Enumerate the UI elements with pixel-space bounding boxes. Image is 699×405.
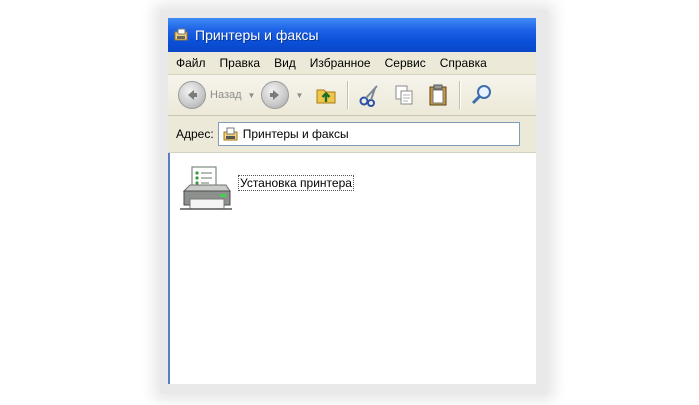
standard-toolbar: Назад ▼ ▼ bbox=[168, 75, 536, 116]
printers-list: Установка принтера bbox=[168, 153, 536, 384]
menu-favorites[interactable]: Избранное bbox=[303, 56, 378, 70]
address-label: Адрес: bbox=[176, 127, 214, 141]
forward-button[interactable] bbox=[261, 81, 290, 109]
address-field[interactable]: Принтеры и факсы bbox=[217, 122, 520, 146]
menu-help[interactable]: Справка bbox=[433, 56, 494, 70]
address-bar: Адрес: Принтеры и факсы bbox=[168, 116, 536, 153]
back-dropdown-icon[interactable]: ▼ bbox=[248, 91, 256, 100]
menu-tools[interactable]: Сервис bbox=[378, 56, 433, 70]
copy-icon[interactable] bbox=[391, 82, 417, 108]
title-bar[interactable]: Принтеры и факсы bbox=[168, 18, 536, 52]
forward-dropdown-icon[interactable]: ▼ bbox=[295, 91, 303, 100]
back-button[interactable]: Назад bbox=[178, 81, 242, 109]
printers-folder-icon bbox=[223, 126, 239, 142]
paste-icon[interactable] bbox=[425, 82, 451, 108]
folder-up-icon[interactable] bbox=[313, 82, 339, 108]
back-label: Назад bbox=[210, 89, 242, 101]
add-printer-icon bbox=[178, 165, 234, 215]
add-printer-item[interactable]: Установка принтера bbox=[178, 165, 354, 215]
search-icon[interactable] bbox=[469, 82, 495, 108]
address-value: Принтеры и факсы bbox=[242, 127, 349, 141]
menu-file[interactable]: Файл bbox=[168, 56, 213, 70]
forward-arrow-icon bbox=[261, 81, 290, 109]
window-title: Принтеры и факсы bbox=[195, 27, 319, 43]
add-printer-label: Установка принтера bbox=[238, 175, 354, 191]
toolbar-separator bbox=[347, 81, 350, 109]
back-arrow-icon bbox=[178, 81, 206, 109]
menu-bar: Файл Правка Вид Избранное Сервис Справка bbox=[168, 52, 536, 75]
menu-view[interactable]: Вид bbox=[267, 56, 303, 70]
printers-folder-icon bbox=[174, 27, 190, 43]
menu-edit[interactable]: Правка bbox=[213, 56, 268, 70]
cut-icon[interactable] bbox=[357, 82, 383, 108]
toolbar-separator bbox=[459, 81, 462, 109]
explorer-window: Принтеры и факсы Файл Правка Вид Избранн… bbox=[168, 18, 536, 384]
